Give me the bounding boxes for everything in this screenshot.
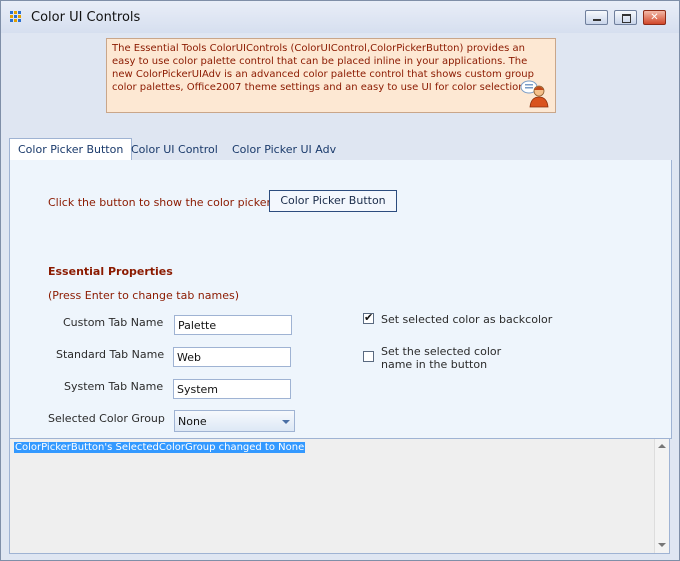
user-info-icon (520, 80, 549, 108)
log-scrollbar[interactable] (654, 439, 669, 553)
properties-heading: Essential Properties (48, 265, 173, 278)
custom-tab-name-input[interactable] (174, 315, 292, 335)
custom-tab-name-label: Custom Tab Name (63, 316, 164, 329)
color-name-label-line2: name in the button (381, 358, 488, 371)
properties-hint: (Press Enter to change tab names) (48, 289, 240, 302)
main-window: Color UI Controls ✕ The Essential Tools … (0, 0, 680, 561)
maximize-icon (622, 14, 631, 23)
picker-prompt: Click the button to show the color picke… (48, 196, 271, 209)
backcolor-checkbox[interactable]: ✔ (363, 311, 374, 324)
system-tab-name-input[interactable] (173, 379, 291, 399)
window-title: Color UI Controls (31, 10, 141, 25)
standard-tab-name-input[interactable] (173, 347, 291, 367)
check-icon: ✔ (364, 311, 374, 324)
info-text: The Essential Tools ColorUIControls (Col… (112, 43, 534, 93)
color-picker-button[interactable]: Color Picker Button (269, 190, 397, 212)
color-name-checkbox[interactable] (363, 351, 374, 362)
close-icon: ✕ (650, 12, 659, 23)
event-log[interactable]: ColorPickerButton's SelectedColorGroup c… (9, 438, 670, 554)
minimize-button[interactable] (585, 10, 608, 25)
app-icon (10, 11, 22, 23)
tab-color-ui-control[interactable]: Color UI Control (123, 139, 226, 160)
title-bar[interactable]: Color UI Controls ✕ (1, 1, 679, 33)
system-tab-name-label: System Tab Name (64, 380, 164, 393)
tab-color-picker-ui-adv[interactable]: Color Picker UI Adv (224, 139, 344, 160)
tab-strip: Color Picker Button Color UI Control Col… (9, 138, 671, 162)
minimize-icon (593, 19, 601, 21)
tab-color-picker-button[interactable]: Color Picker Button (9, 138, 133, 162)
close-button[interactable]: ✕ (643, 10, 666, 25)
info-box: The Essential Tools ColorUIControls (Col… (106, 38, 556, 113)
scroll-up-icon[interactable] (658, 444, 666, 448)
selected-color-group-label: Selected Color Group (48, 412, 165, 425)
standard-tab-name-label: Standard Tab Name (56, 348, 165, 361)
chevron-down-icon[interactable] (282, 420, 290, 424)
selected-color-group-select[interactable]: None (174, 410, 295, 432)
color-name-label-line1: Set the selected color (381, 345, 502, 358)
log-line: ColorPickerButton's SelectedColorGroup c… (14, 442, 306, 453)
scroll-down-icon[interactable] (658, 543, 666, 547)
backcolor-label: Set selected color as backcolor (381, 313, 553, 326)
maximize-button[interactable] (614, 10, 637, 25)
selected-color-group-value: None (178, 415, 207, 428)
